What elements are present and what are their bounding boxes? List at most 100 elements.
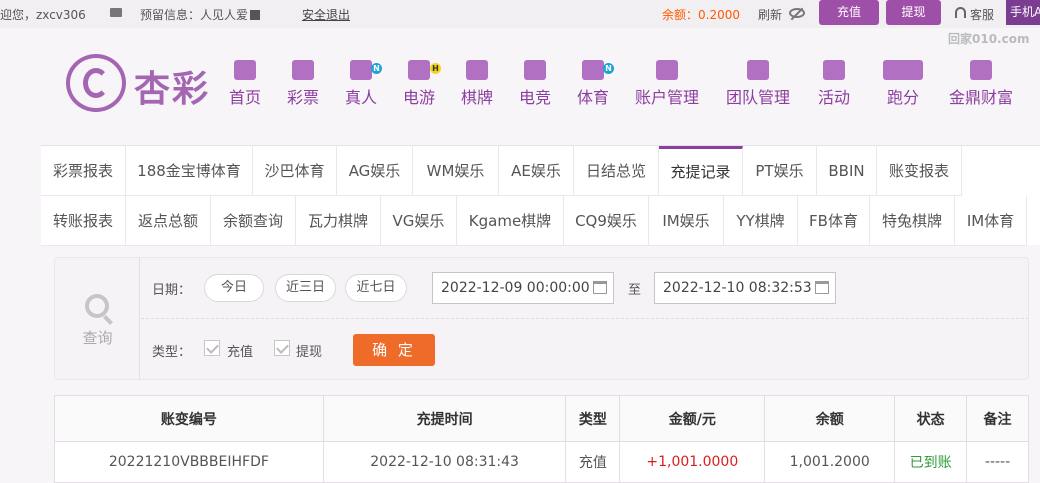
home-icon <box>234 60 256 80</box>
time-cell: 2022-12-10 08:31:43 <box>322 441 567 483</box>
nav-activity[interactable]: 活动 <box>818 60 850 108</box>
tab-cq9[interactable]: CQ9娱乐 <box>564 196 649 246</box>
column-header-time: 充提时间 <box>322 395 567 442</box>
column-header-balance: 余额 <box>764 395 896 442</box>
calendar-icon[interactable] <box>593 281 607 294</box>
trophy-icon <box>582 60 604 80</box>
tab-ag[interactable]: AG娱乐 <box>337 146 413 196</box>
lottery-icon <box>292 60 314 80</box>
tab-vg[interactable]: VG娱乐 <box>381 196 457 246</box>
tab-ae[interactable]: AE娱乐 <box>499 146 574 196</box>
nav-live[interactable]: N 真人 <box>345 60 382 108</box>
table-row: 20221210VBBBEIHFDF 2022-12-10 08:31:43 充… <box>54 441 1029 483</box>
nav-sports[interactable]: N 体育 <box>577 60 614 108</box>
nav-cards[interactable]: 棋牌 <box>461 60 493 108</box>
recharge-checkbox-label: 充值 <box>227 345 254 360</box>
live-dealer-icon <box>350 60 372 80</box>
last-3-days-chip[interactable]: 近三日 <box>275 274 336 302</box>
tab-saba-sports[interactable]: 沙巴体育 <box>253 146 337 196</box>
tab-kgame-cards[interactable]: Kgame棋牌 <box>457 196 564 246</box>
mobile-app-button[interactable]: 手机A <box>1006 0 1040 25</box>
today-chip[interactable]: 今日 <box>204 274 264 302</box>
watermark-logo: 回家010.com <box>948 32 1030 46</box>
reserved-info: 预留信息：人见人爱 <box>140 6 261 23</box>
nav-account[interactable]: 账户管理 <box>635 60 699 108</box>
gift-icon <box>823 60 845 80</box>
nav-wealth[interactable]: 金鼎财富 <box>949 60 1013 108</box>
report-tabs: 彩票报表 188金宝博体育 沙巴体育 AG娱乐 WM娱乐 AE娱乐 日结总览 充… <box>41 145 1040 246</box>
tab-fb-sports[interactable]: FB体育 <box>798 196 870 246</box>
new-badge: N <box>603 63 614 74</box>
column-header-remark: 备注 <box>966 395 1029 442</box>
yen-icon <box>656 60 678 80</box>
tab-transfer-report[interactable]: 转账报表 <box>41 196 126 246</box>
tab-rebate-total[interactable]: 返点总额 <box>126 196 211 246</box>
tab-balance-change[interactable]: 账变报表 <box>877 146 962 196</box>
tab-deposit-withdraw-records[interactable]: 充提记录 <box>659 146 743 196</box>
balance-cell: 1,001.2000 <box>764 441 896 483</box>
refresh-link[interactable]: 刷新 <box>758 6 782 23</box>
divider <box>141 318 1029 319</box>
search-label: 查询 <box>82 329 113 347</box>
tab-188-sports[interactable]: 188金宝博体育 <box>126 146 253 196</box>
nav-slots[interactable]: H 电游 <box>403 60 441 108</box>
type-label: 类型： <box>152 345 192 360</box>
mail-icon[interactable] <box>110 8 122 17</box>
tab-daily-overview[interactable]: 日结总览 <box>574 146 659 196</box>
recharge-button[interactable]: 充值 <box>819 0 879 25</box>
hot-badge: H <box>430 63 441 74</box>
start-date-input[interactable]: 2022-12-09 00:00:00 <box>432 272 614 304</box>
logout-link[interactable]: 安全退出 <box>302 6 350 23</box>
top-bar: 迎您，zxcv306 预留信息：人见人爱 安全退出 余额：0.2000 刷新 充… <box>0 0 1040 28</box>
tab-lottery-report[interactable]: 彩票报表 <box>41 146 126 196</box>
customer-service-link[interactable]: 客服 <box>970 6 994 23</box>
car-icon <box>883 60 923 80</box>
treasure-icon <box>970 60 992 80</box>
date-label: 日期： <box>152 283 192 298</box>
serial-cell: 20221210VBBBEIHFDF <box>54 441 324 483</box>
eye-hidden-icon[interactable] <box>789 8 805 18</box>
remark-cell: ----- <box>966 441 1029 483</box>
logo-text: 杏彩 <box>134 69 211 110</box>
nav-esports[interactable]: 电竞 <box>519 60 551 108</box>
column-header-status: 状态 <box>894 395 968 442</box>
end-date-input[interactable]: 2022-12-10 08:32:53 <box>654 272 836 304</box>
to-label: 至 <box>628 283 642 298</box>
tab-yy-cards[interactable]: YY棋牌 <box>724 196 798 246</box>
nav-home[interactable]: 首页 <box>229 60 261 108</box>
filter-panel: 查询 日期： 今日 近三日 近七日 2022-12-09 00:00:00 至 … <box>54 257 1029 380</box>
records-table: 账变编号 充提时间 类型 金额/元 余额 状态 备注 20221210VBBBE… <box>54 395 1029 483</box>
search-section[interactable]: 查询 <box>55 258 140 379</box>
withdraw-checkbox[interactable] <box>274 340 290 356</box>
balance-text: 余额：0.2000 <box>662 8 740 22</box>
search-icon <box>85 294 109 318</box>
tab-im-sports[interactable]: IM体育 <box>955 196 1027 246</box>
tab-pt[interactable]: PT娱乐 <box>743 146 817 196</box>
edit-icon[interactable] <box>250 10 261 20</box>
cards-icon <box>466 60 488 80</box>
recharge-checkbox[interactable] <box>204 340 220 356</box>
status-cell: 已到账 <box>894 441 968 483</box>
withdraw-button[interactable]: 提现 <box>886 0 941 25</box>
column-header-serial: 账变编号 <box>54 395 324 442</box>
welcome-text: 迎您，zxcv306 <box>0 8 86 22</box>
type-cell: 充值 <box>565 441 621 483</box>
confirm-button[interactable]: 确 定 <box>353 334 435 366</box>
tab-im[interactable]: IM娱乐 <box>649 196 724 246</box>
calendar-icon[interactable] <box>815 281 829 294</box>
nav-paofen[interactable]: 跑分 <box>883 60 923 108</box>
headset-icon[interactable] <box>955 7 966 18</box>
amount-cell: +1,001.0000 <box>619 441 766 483</box>
tab-tetu-cards[interactable]: 特兔棋牌 <box>870 196 955 246</box>
table-header-row: 账变编号 充提时间 类型 金额/元 余额 状态 备注 <box>54 395 1029 442</box>
team-icon <box>747 60 769 80</box>
tab-bbin[interactable]: BBIN <box>817 146 877 196</box>
logo-emblem-icon <box>66 54 126 112</box>
last-7-days-chip[interactable]: 近七日 <box>345 274 407 302</box>
tab-balance-query[interactable]: 余额查询 <box>211 196 296 246</box>
tab-wm[interactable]: WM娱乐 <box>413 146 499 196</box>
nav-lottery[interactable]: 彩票 <box>287 60 319 108</box>
nav-team[interactable]: 团队管理 <box>726 60 790 108</box>
column-header-amount: 金额/元 <box>619 395 766 442</box>
tab-wali-cards[interactable]: 瓦力棋牌 <box>296 196 381 246</box>
